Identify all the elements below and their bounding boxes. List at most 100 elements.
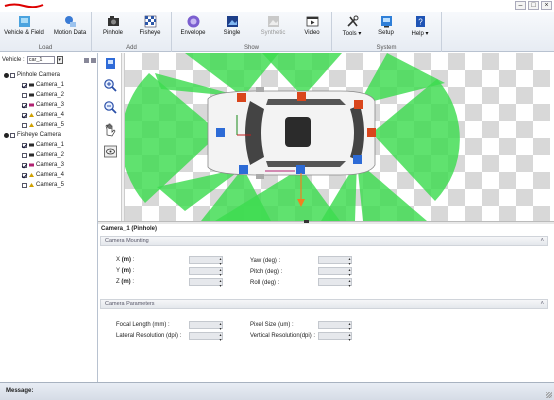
panel-pin-icon[interactable] [84,57,89,63]
camera-checkbox[interactable] [22,122,27,128]
fov-cone [262,53,342,97]
camera-checkbox[interactable] [22,82,27,88]
y-input[interactable] [189,267,223,277]
camera-checkbox[interactable] [22,162,27,168]
tree-item-fisheye-camera-1[interactable]: Camera_1 [4,140,96,150]
pitch-input[interactable] [318,267,352,277]
ribbon-group-show: Envelope Single Synthetic Video Show [172,12,332,52]
minimize-button[interactable]: – [515,1,526,10]
setup-icon [380,16,392,28]
zoom-in-icon[interactable] [103,78,118,93]
select-icon[interactable] [103,56,118,71]
pan-hand-icon[interactable] [103,122,118,137]
yaw-input[interactable] [318,256,352,266]
tree-item-pinhole-camera-4[interactable]: Camera_4 [4,110,96,120]
coverage-canvas [125,53,460,221]
field-z-label: Z (m) : [116,279,135,285]
splitter-grip[interactable] [304,220,309,223]
motion-data-icon [64,16,76,27]
tree-group-pinhole[interactable]: Pinhole Camera [4,70,96,80]
vehicle-dropdown-icon[interactable]: ▾ [56,56,63,64]
tree-item-pinhole-camera-1[interactable]: Camera_1 [4,80,96,90]
tree-item-pinhole-camera-5[interactable]: Camera_5 [4,120,96,130]
tree-item-fisheye-camera-2[interactable]: Camera_2 [4,150,96,160]
envelope-button[interactable]: Envelope [178,14,208,42]
pinhole-camera-icon [107,16,119,26]
focal-length-input[interactable] [189,321,223,331]
field-vertical-resolution-label: Vertical Resolution(dpi) : [250,333,316,339]
tree-item-fisheye-camera-4[interactable]: Camera_4 [4,170,96,180]
x-input[interactable] [189,256,223,266]
camera-marker-red [297,92,306,101]
maximize-button[interactable]: □ [528,1,539,10]
motion-data-button[interactable]: Motion Data [50,14,90,42]
z-input[interactable] [189,278,223,288]
tree-item-fisheye-camera-3[interactable]: Camera_3 [4,160,96,170]
ribbon-group-show-label: Show [243,45,259,51]
camera-label: Camera_1 [36,142,65,148]
video-icon [306,16,318,27]
camera-checkbox[interactable] [22,142,27,148]
coverage-viewport[interactable] [125,53,550,221]
tools-icon [346,15,358,27]
vehicle-field-label: Vehicle & Field [4,30,44,36]
tree-item-pinhole-camera-2[interactable]: Camera_2 [4,90,96,100]
video-label: Video [304,30,320,36]
field-yaw-label: Yaw (deg) : [250,258,281,264]
field-lateral-resolution-label: Lateral Resolution (dpi) : [116,333,182,339]
vertical-resolution-input[interactable] [318,332,352,342]
camera-checkbox[interactable] [22,182,27,188]
pixel-size-input[interactable] [318,321,352,331]
tree-group-label: Fisheye Camera [17,132,62,138]
camera-label: Camera_3 [36,102,65,108]
properties-title: Camera_1 (Pinhole) [101,226,158,232]
tools-dropdown-icon: ▾ [356,31,362,37]
video-button[interactable]: Video [298,14,326,42]
message-label: Message: [6,388,34,394]
vehicle [207,87,376,179]
camera-label: Camera_1 [36,82,65,88]
group-checkbox[interactable] [10,132,15,138]
camera-label: Camera_4 [36,172,65,178]
camera-marker-red [354,100,363,109]
view-tools [103,56,121,159]
pinhole-button[interactable]: Pinhole [98,14,128,42]
resize-grip-icon[interactable] [546,392,552,398]
tree-item-fisheye-camera-5[interactable]: Camera_5 [4,180,96,190]
collapse-icon[interactable]: ˄ [540,300,544,308]
camera-marker-blue [296,165,305,174]
zoom-out-icon[interactable] [103,100,118,115]
panel-close-icon[interactable] [91,57,96,63]
collapse-icon[interactable] [4,72,9,78]
synthetic-button[interactable]: Synthetic [256,14,290,42]
group-checkbox[interactable] [10,72,15,78]
fisheye-button[interactable]: Fisheye [134,14,166,42]
setup-button[interactable]: Setup [374,14,398,42]
camera-checkbox[interactable] [22,102,27,108]
tools-button[interactable]: Tools ▾ [338,14,366,42]
tree-group-fisheye[interactable]: Fisheye Camera [4,130,96,140]
camera-checkbox[interactable] [22,112,27,118]
warning-camera-icon [29,183,34,187]
lateral-resolution-input[interactable] [189,332,223,342]
view-reset-icon[interactable] [103,144,118,159]
camera-marker-blue [216,128,225,137]
roll-input[interactable] [318,278,352,288]
camera-checkbox[interactable] [22,172,27,178]
camera-checkbox[interactable] [22,152,27,158]
svg-text:?: ? [418,18,423,27]
collapse-icon[interactable] [4,132,9,138]
camera-checkbox[interactable] [22,92,27,98]
ribbon-group-system: Tools ▾ Setup ? Help ▾ System [332,12,442,52]
camera-properties-panel: Camera_1 (Pinhole) Camera Mounting ˄ X (… [98,224,554,382]
collapse-icon[interactable]: ˄ [540,237,544,245]
tree-item-pinhole-camera-3[interactable]: Camera_3 [4,100,96,110]
warning-camera-icon [29,173,34,177]
vehicle-select[interactable]: car_1 [26,56,55,64]
section-camera-parameters[interactable]: Camera Parameters ˄ [100,299,548,309]
section-camera-mounting[interactable]: Camera Mounting ˄ [100,236,548,246]
single-button[interactable]: Single [218,14,246,42]
close-button[interactable]: × [541,1,552,10]
vehicle-field-button[interactable]: Vehicle & Field [2,14,46,42]
help-button[interactable]: ? Help ▾ [408,14,432,42]
